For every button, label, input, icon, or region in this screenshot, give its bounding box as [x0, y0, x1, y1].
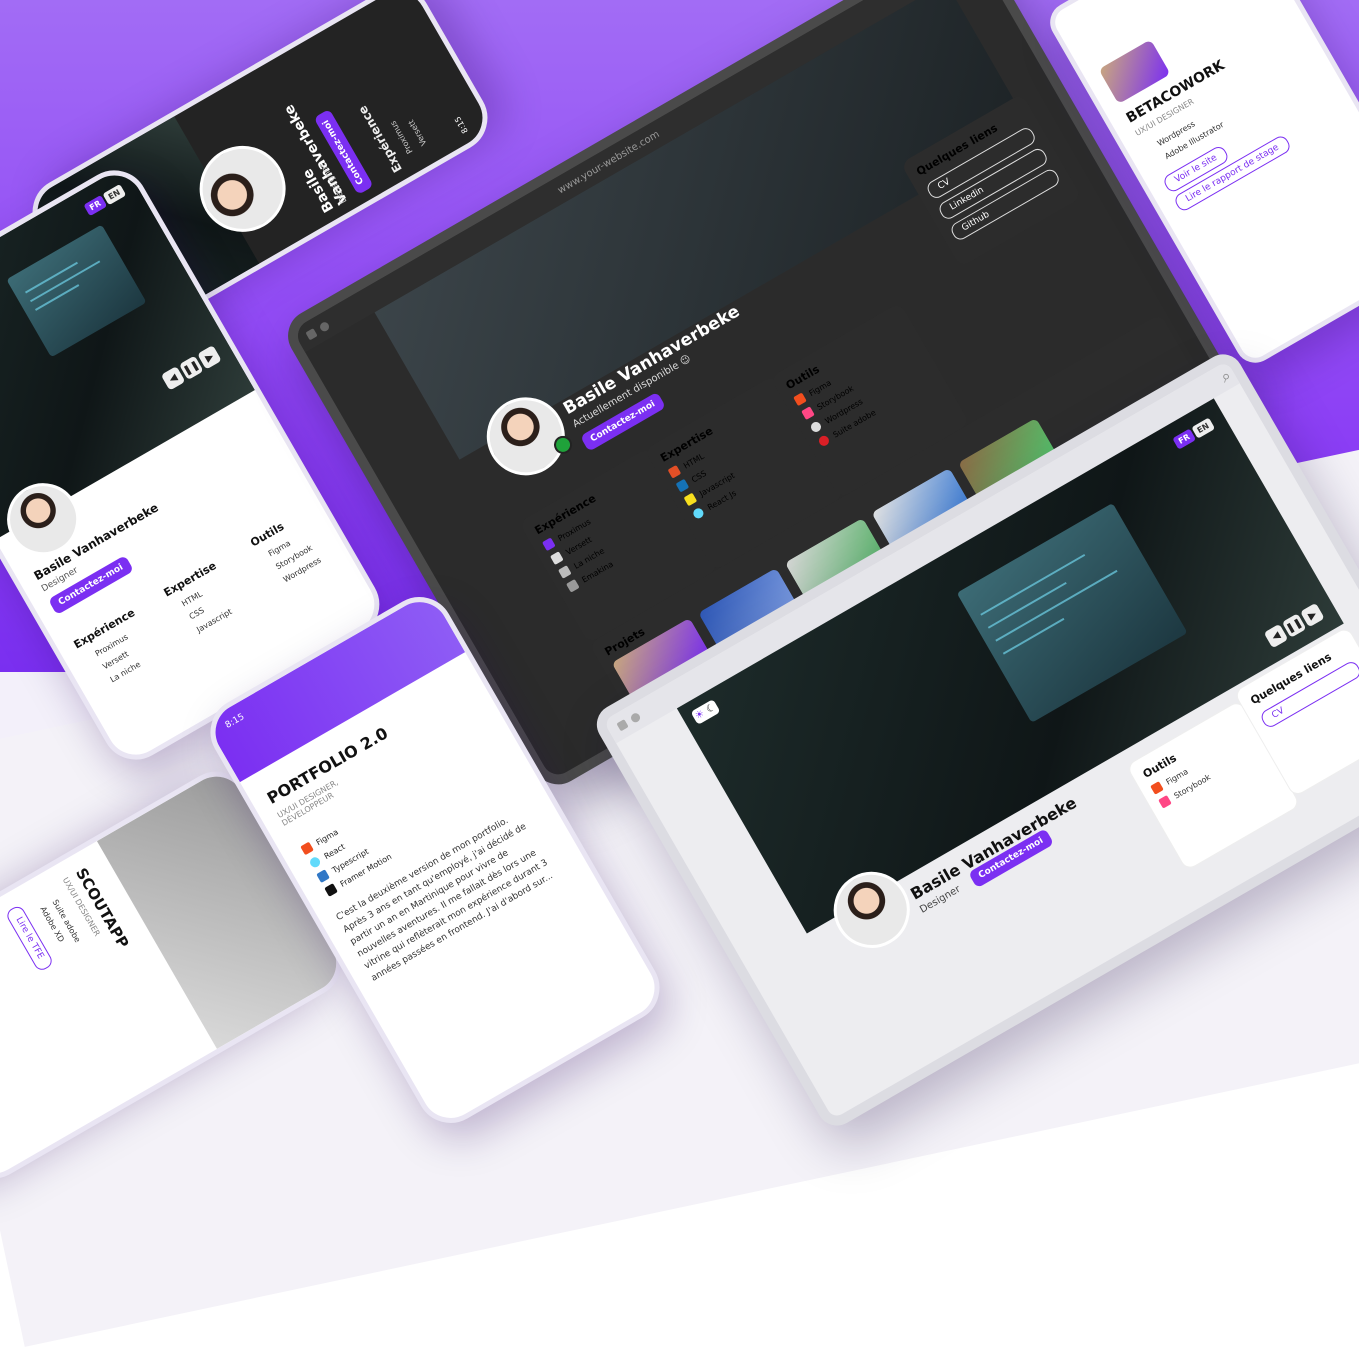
figma-icon	[1150, 781, 1164, 795]
html-icon	[667, 464, 682, 479]
expertise-css: CSS	[187, 605, 206, 622]
slider-controls: ◀ ❚❚ ▶	[160, 345, 222, 391]
figma-icon	[300, 841, 314, 856]
storybook-icon	[801, 406, 815, 420]
window-icon	[318, 320, 331, 333]
storybook-icon	[1158, 794, 1172, 809]
search-icon[interactable]: ⌕	[1217, 365, 1235, 387]
emakina-icon	[566, 579, 580, 593]
framer-icon	[324, 883, 338, 897]
project-description: C'est la deuxième version de mon portfol…	[334, 815, 555, 984]
typescript-icon	[316, 869, 330, 883]
react-icon	[308, 855, 322, 870]
lang-en[interactable]: EN	[102, 183, 127, 206]
time-label: 8:15	[223, 712, 247, 731]
lang-fr[interactable]: FR	[83, 195, 108, 217]
react-icon	[691, 506, 706, 521]
window-icon	[616, 718, 629, 731]
window-icon	[629, 711, 642, 724]
time-label: 8:15	[453, 114, 470, 135]
language-switch[interactable]: FR EN	[1172, 417, 1216, 450]
sun-icon[interactable]: ☀	[693, 708, 706, 722]
lang-en[interactable]: EN	[1191, 417, 1216, 439]
laniche-icon	[558, 565, 572, 579]
language-switch[interactable]: FR EN	[83, 183, 127, 217]
lang-fr[interactable]: FR	[1172, 428, 1196, 450]
expertise-css: CSS	[689, 468, 708, 485]
versett-icon	[550, 551, 564, 565]
proximus-icon	[542, 537, 556, 552]
js-icon	[683, 492, 698, 507]
theme-toggle[interactable]: ☀ ☾	[690, 699, 721, 725]
css-icon	[675, 478, 690, 493]
window-icon	[305, 327, 318, 340]
wordpress-icon	[809, 420, 823, 434]
figma-icon	[793, 392, 807, 407]
slider-controls: ◀ ❚❚ ▶	[1263, 602, 1325, 649]
moon-icon[interactable]: ☾	[704, 702, 717, 716]
adobe-icon	[817, 434, 831, 448]
